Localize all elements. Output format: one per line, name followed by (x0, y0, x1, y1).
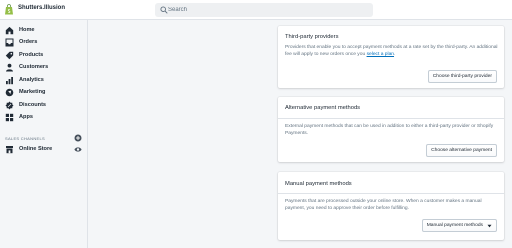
apps-icon (5, 113, 14, 122)
manual-payment-methods-dropdown[interactable]: Manual payment methods (421, 219, 497, 232)
sidebar-item-apps[interactable]: Apps (0, 112, 88, 123)
sidebar-item-label: Analytics (19, 77, 44, 83)
analytics-icon (6, 77, 13, 85)
card-description: Providers that enable you to accept paym… (285, 45, 498, 58)
marketing-icon (5, 88, 14, 97)
choose-alternative-payment-button[interactable]: Choose alternative payment (426, 144, 497, 157)
sidebar-item-products[interactable]: Products (0, 50, 88, 61)
products-icon (5, 51, 14, 60)
sales-channels-heading: SALES CHANNELS (5, 136, 45, 141)
sidebar-item-label: Online Store (19, 146, 53, 152)
eye-icon[interactable] (74, 146, 82, 153)
button-label: Manual payment methods (426, 223, 483, 228)
sidebar-item-label: Discounts (19, 102, 47, 108)
manual-payment-methods-card: Manual payment methods Payments that are… (278, 172, 504, 240)
search-icon (160, 6, 168, 14)
orders-icon (5, 38, 14, 47)
sidebar-item-customers[interactable]: Customers (0, 62, 88, 73)
sidebar-nav: Home Orders Products Customers Analytics (0, 20, 88, 248)
sidebar-item-home[interactable]: Home (0, 25, 88, 36)
button-label: Choose third-party provider (432, 74, 492, 79)
home-icon (5, 26, 14, 35)
card-divider (278, 118, 504, 119)
sidebar-item-label: Orders (19, 39, 38, 45)
sidebar-item-orders[interactable]: Orders (0, 37, 88, 48)
sidebar-item-label: Apps (19, 114, 33, 120)
sidebar-item-marketing[interactable]: Marketing (0, 87, 88, 98)
shopify-bag-icon[interactable] (4, 4, 14, 15)
sidebar-item-discounts[interactable]: Discounts (0, 100, 88, 111)
select-a-plan-link[interactable]: select a plan (367, 52, 394, 57)
button-label: Choose alternative payment (431, 148, 492, 153)
third-party-providers-card: Third-party providers Providers that ena… (278, 26, 504, 88)
add-channel-plus-icon[interactable] (74, 134, 82, 142)
sidebar-item-label: Marketing (19, 89, 46, 95)
caret-down-icon (487, 224, 492, 227)
card-description: Payments that are processed outside your… (285, 199, 482, 212)
choose-third-party-provider-button[interactable]: Choose third-party provider (427, 70, 497, 83)
sidebar-item-analytics[interactable]: Analytics (0, 75, 88, 86)
card-title: Third-party providers (285, 34, 339, 40)
card-title: Manual payment methods (285, 181, 352, 187)
store-name[interactable]: Shutters.Illusion (18, 5, 65, 11)
card-title: Alternative payment methods (285, 105, 361, 111)
sidebar-item-label: Products (19, 52, 44, 58)
discounts-icon (5, 101, 14, 110)
alternative-payment-methods-card: Alternative payment methods External pay… (278, 97, 504, 162)
sidebar-item-label: Customers (19, 64, 49, 70)
search-bar[interactable] (155, 3, 373, 17)
customers-icon (6, 63, 13, 72)
top-bar: Shutters.Illusion (0, 0, 512, 20)
online-store-icon (6, 146, 13, 154)
sidebar-item-online-store[interactable]: Online Store (0, 144, 88, 155)
sidebar-item-label: Home (19, 27, 35, 33)
search-input[interactable] (168, 3, 368, 17)
card-divider (278, 193, 504, 194)
card-description: External payment methods that can be use… (285, 124, 494, 137)
